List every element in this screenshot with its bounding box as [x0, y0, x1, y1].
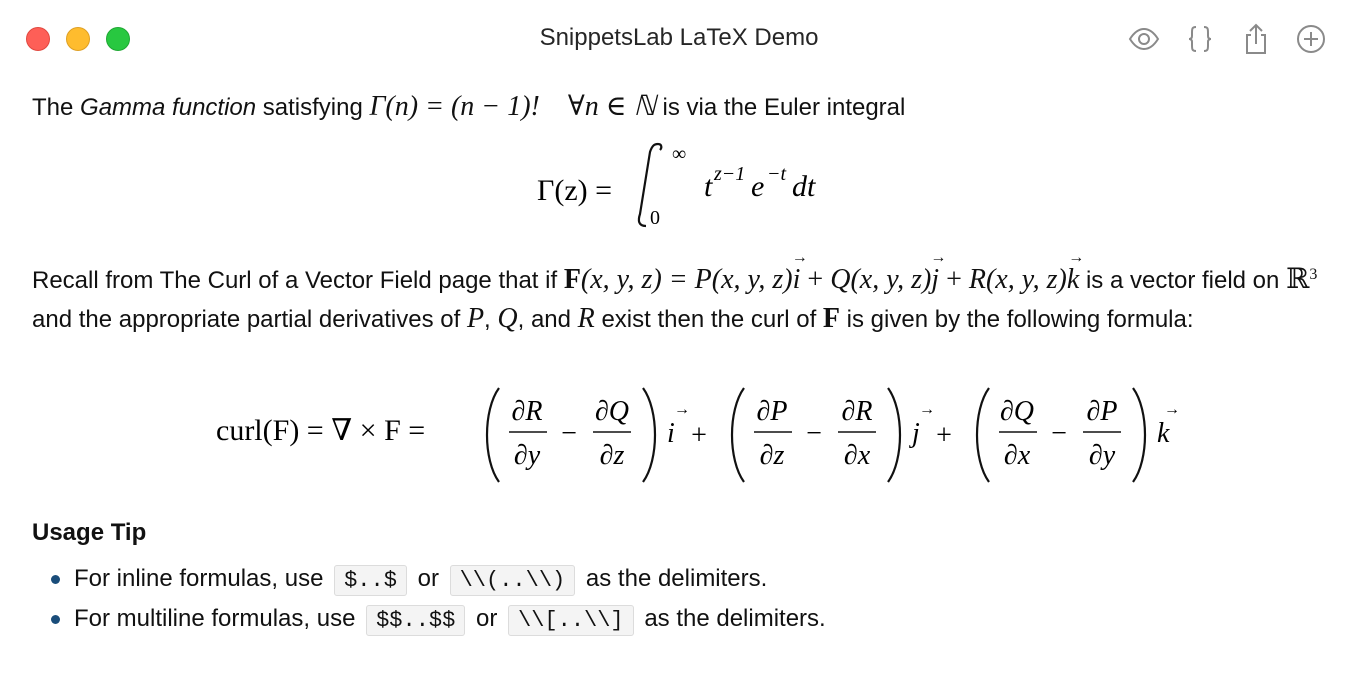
text: as the delimiters. — [644, 605, 826, 632]
plus-sign: + — [936, 420, 952, 451]
minus-sign: − — [561, 418, 577, 449]
vector-arrow: → — [1164, 401, 1180, 418]
list-item: For multiline formulas, use $$..$$ or \\… — [32, 600, 826, 640]
text: For multiline formulas, use — [74, 605, 356, 632]
vector-arrow: → — [919, 401, 935, 418]
text: For inline formulas, use — [74, 565, 324, 592]
bullet-icon — [51, 575, 60, 584]
minus-sign: − — [1051, 418, 1067, 449]
bullet-icon — [51, 615, 60, 624]
fraction-denominator: ∂y — [514, 440, 541, 471]
inline-code: \\(..\\) — [449, 565, 576, 596]
text: , and — [517, 306, 578, 333]
text: is a vector field on — [1079, 267, 1287, 294]
unit-vector-k: k — [1067, 261, 1079, 299]
math-P: P(x, y, z) — [694, 264, 793, 295]
left-paren — [975, 387, 990, 483]
minus-sign: − — [806, 418, 822, 449]
unit-vector-i: i — [667, 418, 675, 449]
fraction-denominator: ∂x — [844, 440, 871, 471]
unit-vector-j: j — [909, 418, 920, 449]
math-R: R(x, y, z) — [968, 264, 1067, 295]
fraction-denominator: ∂z — [760, 440, 785, 471]
gamma-integral-formula: Γ(z) = ∞ 0 t z−1 e −t dt — [537, 142, 816, 229]
text: is given by the following formula: — [840, 306, 1194, 333]
fraction-denominator: ∂x — [1004, 440, 1031, 471]
gamma-function-emphasis: Gamma function — [80, 94, 257, 121]
unit-vector-j: j — [931, 261, 939, 299]
text: as the delimiters. — [585, 565, 768, 592]
var-R: R — [577, 303, 595, 334]
curl-formula: curl(F) = ∇ × F = ∂R∂y−∂Q∂zi→+∂P∂z−∂R∂xj… — [216, 387, 1180, 483]
differential-dt: dt — [792, 170, 816, 203]
curl-paragraph: Recall from The Curl of a Vector Field p… — [32, 256, 1322, 339]
fraction-numerator: ∂P — [1087, 396, 1118, 427]
braces-icon[interactable] — [1183, 22, 1217, 56]
left-paren — [485, 387, 500, 483]
integral-upper-limit: ∞ — [672, 143, 686, 165]
text: , — [484, 306, 498, 333]
text: The — [32, 94, 81, 121]
text: satisfying — [256, 94, 370, 121]
text: exist then the curl of — [594, 306, 823, 333]
left-paren — [730, 387, 745, 483]
right-paren — [642, 387, 657, 483]
fraction-numerator: ∂R — [512, 396, 543, 427]
math-args: (x, y, z) = — [580, 264, 695, 295]
text: and the appropriate partial derivatives … — [32, 306, 467, 333]
curl-lhs: curl(F) = ∇ × F = — [216, 414, 425, 447]
title-bar: SnippetsLab LaTeX Demo — [0, 0, 1358, 78]
reals-exponent: 3 — [1309, 266, 1318, 283]
usage-tip-list: For inline formulas, use $..$ or \\(..\\… — [32, 560, 826, 640]
text: or — [476, 605, 498, 632]
inline-code: $$..$$ — [366, 605, 466, 636]
add-icon[interactable] — [1294, 22, 1328, 56]
integral-lower-limit: 0 — [650, 207, 660, 229]
text: is via the Euler integral — [655, 94, 906, 121]
text: Recall from The Curl of a Vector Field p… — [32, 267, 564, 294]
right-paren — [1132, 387, 1147, 483]
fraction-denominator: ∂z — [600, 440, 625, 471]
list-item: For inline formulas, use $..$ or \\(..\\… — [32, 560, 826, 600]
text: or — [417, 565, 439, 592]
right-paren — [887, 387, 902, 483]
reals-symbol: ℝ — [1286, 264, 1310, 295]
integral-lhs: Γ(z) = — [537, 174, 612, 207]
exponent-minus-t: −t — [767, 163, 786, 185]
vector-arrow: → — [674, 401, 690, 418]
fraction-numerator: ∂Q — [1000, 396, 1034, 427]
math-Q: Q(x, y, z) — [830, 264, 932, 295]
share-icon[interactable] — [1239, 22, 1273, 56]
var-P: P — [466, 303, 485, 334]
usage-tip-heading: Usage Tip — [32, 519, 147, 546]
integrand-t: t — [704, 170, 713, 203]
var-Q: Q — [497, 303, 518, 334]
fraction-numerator: ∂Q — [595, 396, 629, 427]
intro-paragraph: The Gamma function satisfying Γ(n) = (n … — [32, 88, 905, 127]
inline-code: \\[..\\] — [508, 605, 634, 636]
fraction-denominator: ∂y — [1089, 440, 1116, 471]
exponent-z-minus-1: z−1 — [713, 163, 745, 185]
unit-vector-k: k — [1157, 418, 1170, 449]
inline-code: $..$ — [334, 565, 407, 596]
integrand-e: e — [751, 170, 764, 203]
fraction-numerator: ∂P — [757, 396, 788, 427]
vector-F: F — [563, 264, 581, 295]
fraction-numerator: ∂R — [842, 396, 873, 427]
plus-sign: + — [691, 420, 707, 451]
eye-icon[interactable] — [1127, 22, 1161, 56]
vector-F: F — [822, 303, 841, 334]
unit-vector-i: i — [793, 261, 801, 299]
gamma-inline-formula: Γ(n) = (n − 1)! ∀n ∈ ℕ — [369, 91, 656, 122]
